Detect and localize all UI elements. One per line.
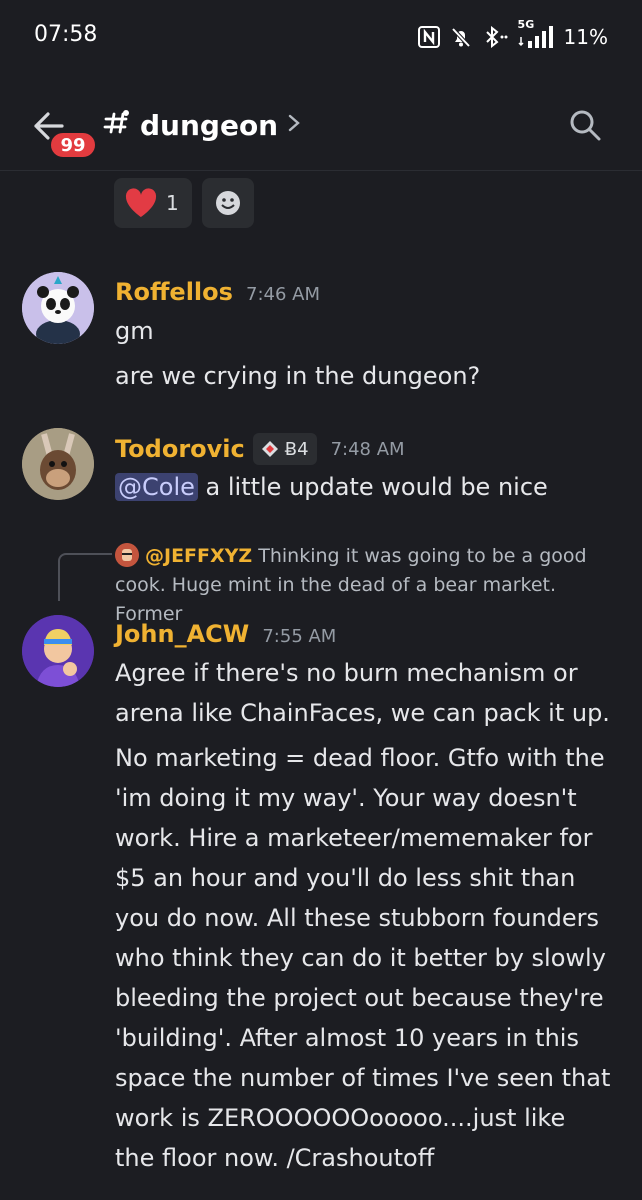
reply-user: @JEFFXYZ	[145, 545, 253, 567]
message-line: $5 an hour and you'll do less shit than	[115, 864, 576, 892]
hash-icon	[102, 108, 132, 142]
status-time: 07:58	[34, 22, 98, 47]
status-icons: 5G 11%	[417, 18, 608, 50]
reply-connector	[58, 553, 112, 601]
message-body: @Cole a little update would be nice	[115, 467, 548, 507]
reply-avatar	[115, 543, 139, 567]
message-line: Agree if there's no burn mechanism or	[115, 659, 578, 687]
heart-reaction[interactable]: 1	[114, 178, 192, 228]
avatar-todorovic[interactable]	[22, 428, 94, 500]
signal-icon: 5G	[518, 18, 554, 50]
message-header: Roffellos 7:46 AM	[115, 278, 320, 306]
avatar-john-acw[interactable]	[22, 615, 94, 687]
add-reaction-icon	[216, 191, 240, 215]
message-line: who think they can do it better by slowl…	[115, 944, 606, 972]
message-text: a little update would be nice	[205, 473, 548, 501]
status-bar: 07:58 5G 11%	[0, 0, 642, 76]
reply-preview[interactable]: @JEFFXYZ Thinking it was going to be a g…	[115, 542, 620, 629]
message-author[interactable]: Todorovic	[115, 435, 245, 463]
nfc-icon	[417, 26, 440, 48]
role-icon	[261, 441, 278, 457]
bluetooth-icon	[482, 26, 508, 48]
channel-title-button[interactable]: dungeon	[102, 108, 302, 142]
message-paragraph: Agree if there's no burn mechanism or ar…	[115, 653, 635, 733]
message-line: No marketing = dead floor. Gtfo with the	[115, 744, 605, 772]
channel-name: dungeon	[140, 108, 279, 142]
unread-badge: 99	[48, 130, 98, 160]
role-tag-text: Ƀ4	[284, 438, 309, 460]
reaction-bar: 1	[114, 178, 254, 228]
add-reaction-button[interactable]	[202, 178, 254, 228]
message-paragraph: No marketing = dead floor. Gtfo with the…	[115, 738, 635, 1178]
message-line: arena like ChainFaces, we can pack it up…	[115, 699, 610, 727]
message-line: the floor now. /Crashoutoff	[115, 1144, 435, 1172]
message-time: 7:48 AM	[330, 438, 405, 460]
heart-icon	[125, 188, 157, 217]
user-mention[interactable]: @Cole	[115, 473, 198, 501]
message-time: 7:46 AM	[246, 284, 321, 305]
message-author[interactable]: John_ACW	[115, 620, 249, 648]
message-header: Todorovic Ƀ4 7:48 AM	[115, 433, 405, 465]
message-line: space the number of times I've seen that	[115, 1064, 611, 1092]
message-header: John_ACW 7:55 AM	[115, 620, 336, 648]
battery-level: 11%	[563, 25, 608, 49]
message-line: 'building'. After almost 10 years in thi…	[115, 1024, 579, 1052]
message-text: gm	[115, 317, 154, 345]
message-line: you do now. All these stubborn founders	[115, 904, 600, 932]
role-tag[interactable]: Ƀ4	[252, 433, 317, 465]
channel-header: 99 dungeon	[0, 86, 642, 171]
message-line: work. Hire a marketeer/mememaker for	[115, 824, 593, 852]
message-author[interactable]: Roffellos	[115, 278, 233, 306]
message-time: 7:55 AM	[262, 626, 337, 647]
search-icon	[570, 110, 601, 141]
message-line: bleeding the project out because they're	[115, 984, 604, 1012]
bell-muted-icon	[450, 26, 472, 48]
avatar-roffellos[interactable]	[22, 272, 94, 344]
message-line: 'im doing it my way'. Your way doesn't	[115, 784, 577, 812]
chevron-right-icon	[286, 111, 302, 139]
reaction-count: 1	[166, 191, 179, 215]
search-button[interactable]	[566, 106, 604, 144]
message-line: work is ZEROOOOOOooooo....just like	[115, 1104, 566, 1132]
message-text: are we crying in the dungeon?	[115, 362, 481, 390]
